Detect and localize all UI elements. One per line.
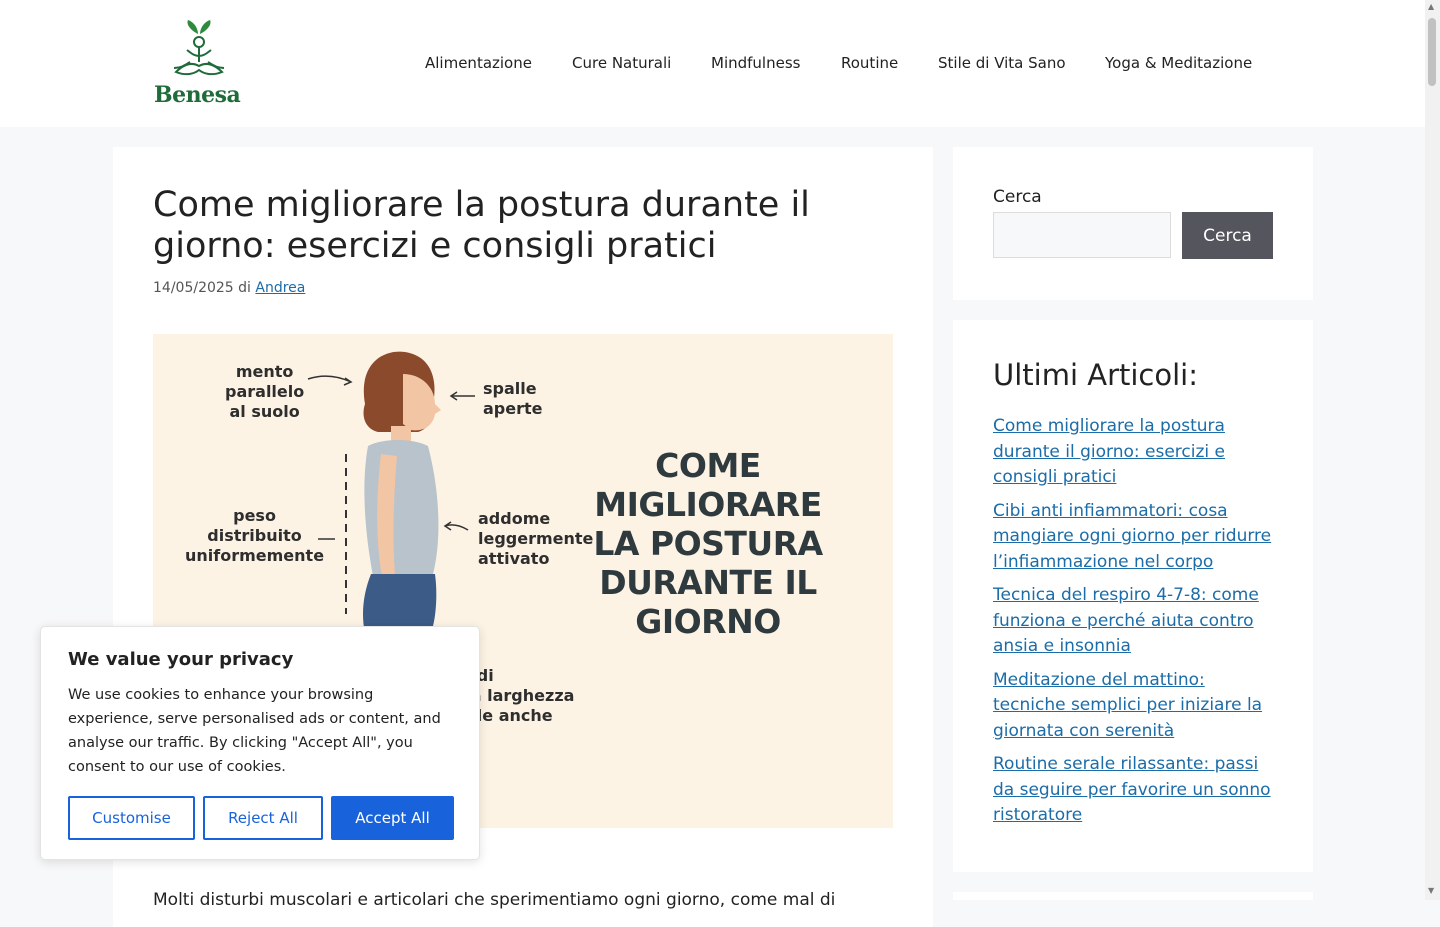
scrollbar-thumb[interactable] [1428, 18, 1436, 86]
list-item: Come migliorare la postura durante il gi… [993, 414, 1275, 491]
post-date: 14/05/2025 [153, 280, 234, 296]
search-label: Cerca [993, 187, 1042, 207]
author-link[interactable]: Andrea [255, 280, 305, 296]
search-button[interactable]: Cerca [1182, 212, 1273, 259]
recent-posts-widget: Ultimi Articoli: Come migliorare la post… [953, 320, 1313, 872]
accept-all-button[interactable]: Accept All [331, 796, 454, 840]
cookie-consent-banner: We value your privacy We use cookies to … [40, 626, 480, 860]
customise-button[interactable]: Customise [68, 796, 195, 840]
recent-post-link[interactable]: Tecnica del respiro 4-7-8: come funziona… [993, 585, 1259, 656]
recent-post-link[interactable]: Routine serale rilassante: passi da segu… [993, 754, 1271, 825]
main-navigation: Alimentazione Cure Naturali Mindfulness … [0, 54, 1425, 74]
recent-posts-title: Ultimi Articoli: [993, 358, 1198, 392]
reject-all-button[interactable]: Reject All [203, 796, 323, 840]
by-label: di [238, 280, 251, 296]
article-meta: 14/05/2025 di Andrea [153, 280, 305, 296]
article-intro: Molti disturbi muscolari e articolari ch… [153, 890, 836, 910]
logo-text: Benesa [154, 82, 241, 108]
scroll-up-arrow-icon[interactable]: ▲ [1428, 2, 1434, 11]
nav-item-alimentazione[interactable]: Alimentazione [425, 54, 532, 72]
page-title: Come migliorare la postura durante il gi… [153, 185, 810, 266]
cookie-title: We value your privacy [68, 649, 294, 670]
search-widget: Cerca Cerca [953, 147, 1313, 300]
recent-post-link[interactable]: Cibi anti infiammatori: cosa mangiare og… [993, 501, 1271, 572]
hero-label-weight: peso distribuito uniformemente [185, 506, 325, 565]
recent-posts-list: Come migliorare la postura durante il gi… [993, 414, 1275, 837]
hero-label-shoulders: spalle aperte [483, 379, 543, 418]
scroll-down-arrow-icon[interactable]: ▼ [1428, 886, 1434, 895]
hero-label-abs: addome leggermente attivato [478, 509, 594, 568]
site-header: Benesa Alimentazione Cure Naturali Mindf… [0, 0, 1425, 127]
list-item: Routine serale rilassante: passi da segu… [993, 752, 1275, 829]
page-scrollbar[interactable]: ▲ ▼ [1425, 0, 1440, 900]
list-item: Meditazione del mattino: tecniche sempli… [993, 668, 1275, 745]
list-item: Cibi anti infiammatori: cosa mangiare og… [993, 499, 1275, 576]
recent-post-link[interactable]: Meditazione del mattino: tecniche sempli… [993, 670, 1262, 741]
nav-item-routine[interactable]: Routine [841, 54, 898, 72]
hero-title: COME MIGLIORARE LA POSTURA DURANTE IL GI… [593, 446, 823, 641]
nav-item-mindfulness[interactable]: Mindfulness [711, 54, 800, 72]
list-item: Tecnica del respiro 4-7-8: come funziona… [993, 583, 1275, 660]
nav-item-stile-di-vita-sano[interactable]: Stile di Vita Sano [938, 54, 1066, 72]
search-input[interactable] [993, 212, 1171, 258]
next-widget [953, 892, 1313, 900]
cookie-text: We use cookies to enhance your browsing … [68, 687, 441, 775]
nav-item-yoga-meditazione[interactable]: Yoga & Meditazione [1105, 54, 1252, 72]
nav-item-cure-naturali[interactable]: Cure Naturali [572, 54, 671, 72]
hero-label-chin: mento parallelo al suolo [225, 362, 305, 421]
recent-post-link[interactable]: Come migliorare la postura durante il gi… [993, 416, 1225, 487]
